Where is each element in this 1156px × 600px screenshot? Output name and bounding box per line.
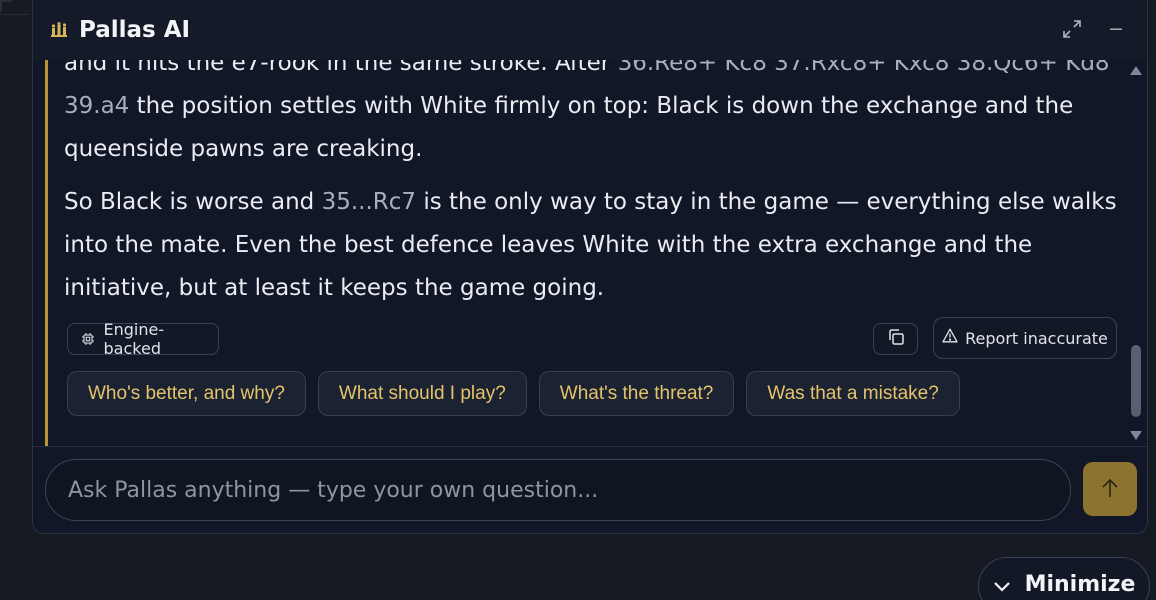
move-notation[interactable]: 35...Rc7 [322, 189, 416, 215]
text-run: the position settles with White firmly o… [64, 93, 1074, 162]
divider [33, 446, 1147, 447]
quick-question-button[interactable]: Was that a mistake? [746, 371, 960, 416]
quick-questions: Who's better, and why? What should I pla… [67, 371, 960, 416]
message-scroll-area[interactable]: and it hits the e7-rook in the same stro… [45, 60, 1135, 446]
expand-icon[interactable] [1059, 16, 1085, 42]
move-notation[interactable]: Kc8 [724, 60, 766, 76]
scroll-up-arrow-icon[interactable] [1130, 66, 1142, 75]
minimize-window-icon[interactable] [1103, 16, 1129, 42]
panel-header: Pallas AI [33, 0, 1147, 60]
engine-backed-badge: Engine-backed [67, 320, 219, 358]
move-notation[interactable]: 36.Re8+ [618, 60, 718, 76]
arrow-up-icon [1101, 477, 1119, 502]
quick-question-button[interactable]: Who's better, and why? [67, 371, 306, 416]
scroll-down-arrow-icon[interactable] [1130, 431, 1142, 440]
minimize-button[interactable]: Minimize [978, 557, 1150, 600]
quick-question-button[interactable]: What's the threat? [538, 371, 735, 416]
quick-question-button[interactable]: What should I play? [317, 371, 527, 416]
badge-label: Engine-backed [103, 320, 165, 358]
move-notation[interactable]: 37.Rxc8+ [774, 60, 886, 76]
warning-icon [942, 328, 958, 348]
text-run: So Black is worse and [64, 189, 322, 215]
chevron-down-icon [993, 574, 1011, 599]
page: Pallas AI and it hits the e7-rook in the… [0, 0, 1156, 600]
scrollbar-thumb[interactable] [1131, 345, 1141, 417]
chat-panel: Pallas AI and it hits the e7-rook in the… [32, 0, 1148, 534]
report-inaccurate-button[interactable]: Report inaccurate [933, 317, 1117, 359]
move-notation[interactable]: Kd8 [1065, 60, 1109, 76]
report-label: Report inaccurate [965, 328, 1108, 348]
send-button[interactable] [1083, 462, 1137, 516]
edge-line [0, 14, 30, 15]
assistant-message: and it hits the e7-rook in the same stro… [45, 60, 1135, 446]
text-run: and it hits the e7-rook in the same stro… [64, 60, 618, 76]
chip-icon [80, 331, 96, 347]
minimize-label: Minimize [1024, 572, 1136, 597]
corner-mark [0, 0, 12, 12]
copy-icon [887, 328, 905, 350]
question-input[interactable] [45, 459, 1071, 521]
text-run [886, 60, 893, 76]
move-notation[interactable]: Kxc8 [894, 60, 950, 76]
move-notation[interactable]: 38.Qc6+ [957, 60, 1058, 76]
panel-title: Pallas AI [79, 17, 191, 43]
composer [45, 459, 1137, 523]
copy-button[interactable] [873, 323, 918, 355]
message-paragraph: So Black is worse and 35...Rc7 is the on… [64, 181, 1122, 310]
chess-pieces-icon [49, 20, 69, 40]
move-notation[interactable]: 39.a4 [64, 93, 129, 119]
text-run [949, 60, 956, 76]
message-paragraph: and it hits the e7-rook in the same stro… [64, 60, 1122, 171]
scrollbar[interactable] [1129, 66, 1143, 440]
